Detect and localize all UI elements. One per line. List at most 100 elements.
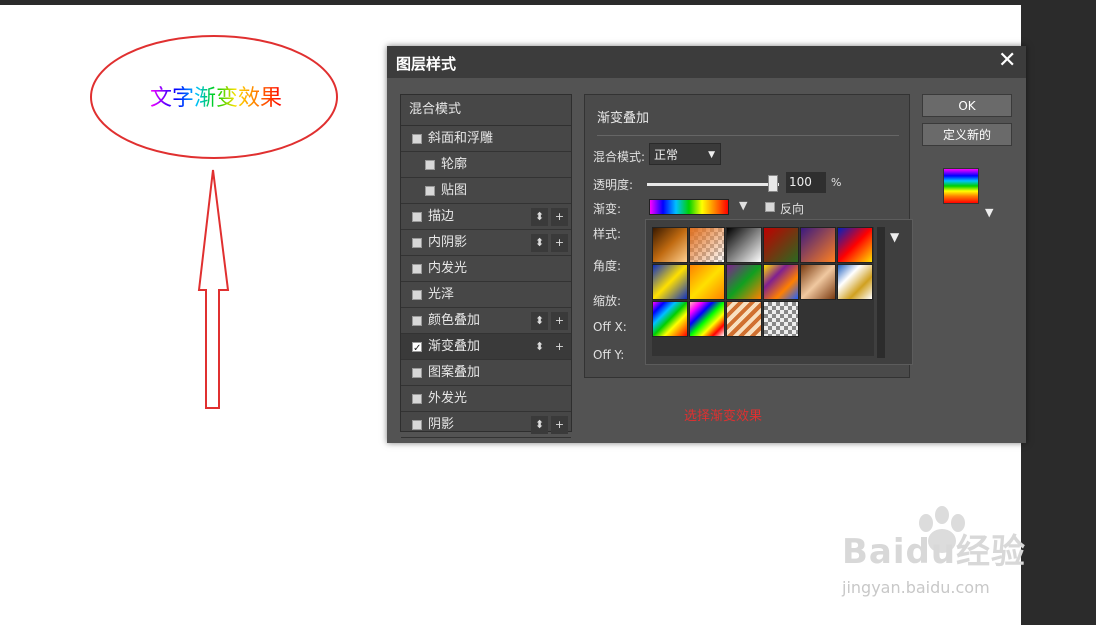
- style-checkbox[interactable]: [412, 264, 422, 274]
- watermark-url: jingyan.baidu.com: [842, 578, 990, 597]
- reorder-icon[interactable]: ⬍: [531, 208, 548, 226]
- opacity-slider-track[interactable]: [647, 183, 779, 186]
- style-list-item[interactable]: 阴影 ⬍ +: [401, 412, 571, 438]
- gradient-preset-copper-chrome[interactable]: [800, 264, 836, 300]
- layer-style-dialog: 图层样式 ✕ 混合模式 斜面和浮雕 轮廓 贴图 描边 ⬍ + 内阴影 ⬍ + 内发光 光泽 颜色叠加 ⬍…: [387, 46, 1026, 443]
- style-list-item[interactable]: 贴图: [401, 178, 571, 204]
- style-list-item[interactable]: 内发光: [401, 256, 571, 282]
- style-list-item[interactable]: 描边 ⬍ +: [401, 204, 571, 230]
- panel-title: 渐变叠加: [597, 111, 650, 126]
- scale-label: 缩放:: [593, 294, 622, 308]
- reverse-label: 反向: [780, 202, 805, 216]
- gradient-preset-spectrum[interactable]: [652, 301, 688, 337]
- style-checkbox[interactable]: [425, 186, 435, 196]
- gradient-preset-transparent-checker[interactable]: [763, 301, 799, 337]
- add-icon[interactable]: +: [551, 416, 568, 434]
- gradient-label: 渐变:: [593, 202, 622, 216]
- preview-dropdown-icon[interactable]: ▼: [985, 206, 993, 219]
- gradient-preset-chrome[interactable]: [837, 264, 873, 300]
- style-list-item[interactable]: 内阴影 ⬍ +: [401, 230, 571, 256]
- style-list: 混合模式 斜面和浮雕轮廓贴图描边⬍+内阴影⬍+内发光光泽颜色叠加⬍+渐变叠加⬍+…: [400, 94, 572, 438]
- style-checkbox[interactable]: [412, 212, 422, 222]
- style-item-label: 渐变叠加: [428, 339, 481, 354]
- gradient-preset-orange-transparent[interactable]: [689, 227, 725, 263]
- style-checkbox[interactable]: [412, 394, 422, 404]
- style-item-label: 轮廓: [441, 157, 468, 172]
- up-arrow-left: [197, 169, 230, 409]
- opacity-label: 透明度:: [593, 178, 634, 192]
- gradient-preset-orange-yellow-orange[interactable]: [689, 264, 725, 300]
- style-checkbox[interactable]: [412, 134, 422, 144]
- reorder-icon[interactable]: ⬍: [531, 234, 548, 252]
- style-list-item[interactable]: 斜面和浮雕: [401, 126, 571, 152]
- reorder-icon[interactable]: ⬍: [531, 338, 548, 356]
- style-checkbox[interactable]: [412, 316, 422, 326]
- ok-button[interactable]: OK: [922, 94, 1012, 117]
- blend-mode-select[interactable]: 正常 ▼: [649, 143, 721, 165]
- close-icon[interactable]: ✕: [998, 49, 1016, 73]
- picker-menu-icon[interactable]: ▼: [890, 230, 899, 244]
- new-style-button[interactable]: 定义新的: [922, 123, 1012, 146]
- watermark-logo: Baidu经验: [842, 532, 1027, 572]
- blend-mode-label: 混合模式:: [593, 150, 646, 164]
- gradient-swatch[interactable]: [649, 199, 729, 215]
- add-icon[interactable]: +: [551, 208, 568, 226]
- add-icon[interactable]: +: [551, 338, 568, 356]
- gradient-dropdown-icon[interactable]: ▼: [739, 199, 747, 212]
- gradient-preset-blue-red-yellow[interactable]: [837, 227, 873, 263]
- gradient-preset-yellow-violet-orange-blue[interactable]: [763, 264, 799, 300]
- annotation-caption: 选择渐变效果: [684, 409, 763, 424]
- style-list-item[interactable]: 外发光: [401, 386, 571, 412]
- preset-grid: [652, 227, 874, 338]
- blend-mode-value: 正常: [654, 148, 679, 162]
- gradient-preset-violet-orange[interactable]: [800, 227, 836, 263]
- style-item-label: 阴影: [428, 417, 455, 432]
- angle-label: 角度:: [593, 259, 622, 273]
- style-list-item[interactable]: 轮廓: [401, 152, 571, 178]
- picker-scrollbar[interactable]: [877, 227, 885, 358]
- style-checkbox[interactable]: [412, 420, 422, 430]
- style-checkbox[interactable]: [412, 336, 422, 361]
- style-item-label: 光泽: [428, 287, 455, 302]
- style-label: 样式:: [593, 227, 622, 241]
- dialog-title: 图层样式: [396, 55, 457, 73]
- style-list-item[interactable]: 渐变叠加 ⬍+: [401, 334, 571, 361]
- style-item-label: 图案叠加: [428, 365, 481, 380]
- reorder-icon[interactable]: ⬍: [531, 312, 548, 330]
- style-item-label: 颜色叠加: [428, 313, 481, 328]
- style-item-label: 贴图: [441, 183, 468, 198]
- gradient-preset-violet-green-orange[interactable]: [726, 264, 762, 300]
- style-list-item[interactable]: 颜色叠加 ⬍ +: [401, 308, 571, 334]
- gradient-preset-blue-yellow-blue[interactable]: [652, 264, 688, 300]
- opacity-input[interactable]: 100: [786, 172, 826, 193]
- gradient-preset-red-green[interactable]: [763, 227, 799, 263]
- gradient-preset-copper[interactable]: [652, 227, 688, 263]
- style-item-label: 内阴影: [428, 235, 468, 250]
- offx-label: Off X:: [593, 320, 627, 334]
- style-list-header[interactable]: 混合模式: [401, 95, 571, 126]
- style-checkbox[interactable]: [425, 160, 435, 170]
- style-item-label: 描边: [428, 209, 455, 224]
- reverse-checkbox[interactable]: [765, 202, 775, 212]
- reorder-icon[interactable]: ⬍: [531, 416, 548, 434]
- dialog-titlebar[interactable]: 图层样式 ✕: [387, 46, 1026, 78]
- style-list-item[interactable]: 光泽: [401, 282, 571, 308]
- style-list-item[interactable]: 图案叠加: [401, 360, 571, 386]
- style-checkbox[interactable]: [412, 368, 422, 378]
- add-icon[interactable]: +: [551, 234, 568, 252]
- style-preview: [943, 168, 979, 204]
- opacity-unit: %: [831, 176, 842, 189]
- gradient-sample-text: 文字渐变效果: [150, 80, 282, 112]
- gradient-preset-black-white[interactable]: [726, 227, 762, 263]
- style-checkbox[interactable]: [412, 290, 422, 300]
- style-checkbox[interactable]: [412, 238, 422, 248]
- chevron-down-icon: ▼: [708, 150, 715, 160]
- gradient-preset-transparent-rainbow[interactable]: [689, 301, 725, 337]
- style-item-label: 内发光: [428, 261, 468, 276]
- gradient-preset-transparent-stripes[interactable]: [726, 301, 762, 337]
- style-item-label: 斜面和浮雕: [428, 131, 494, 146]
- style-item-label: 外发光: [428, 391, 468, 406]
- add-icon[interactable]: +: [551, 312, 568, 330]
- opacity-slider-handle[interactable]: [768, 175, 778, 192]
- panel-divider: [597, 135, 899, 136]
